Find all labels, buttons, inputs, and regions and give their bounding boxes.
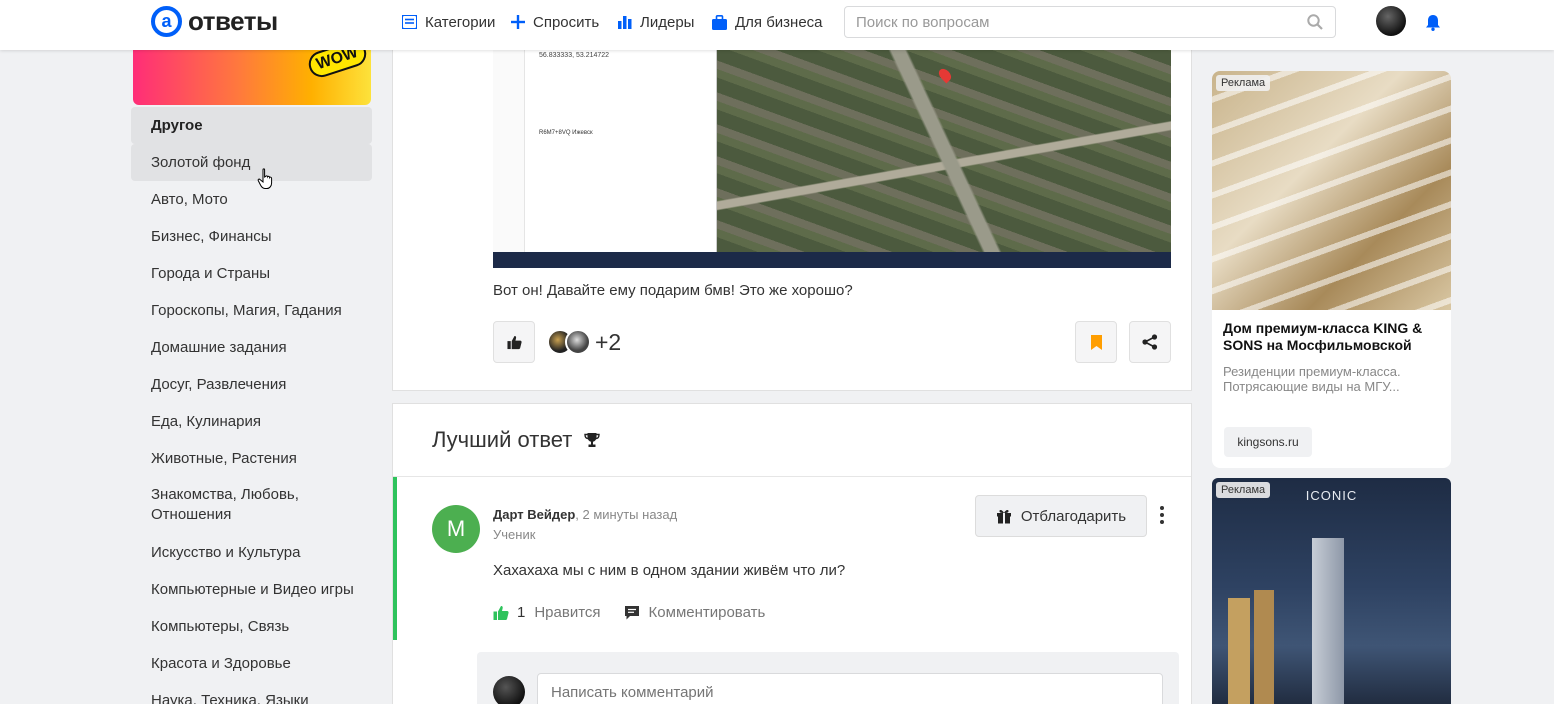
plus-icon	[511, 15, 525, 29]
search-icon[interactable]	[1307, 14, 1323, 30]
list-icon	[402, 15, 417, 29]
bell-icon[interactable]	[1425, 14, 1441, 31]
answer-actions: 1 Нравится Комментировать	[493, 604, 765, 621]
nav-ask[interactable]: Спросить	[511, 0, 599, 44]
briefcase-icon	[712, 14, 727, 30]
nav-leaders-label: Лидеры	[640, 13, 695, 31]
category-homework[interactable]: Домашние задания	[131, 329, 372, 366]
question-screenshot-image[interactable]: 56.833333, 53.214722 R6M7+8VQ Ижевск	[493, 40, 1171, 268]
category-business[interactable]: Бизнес, Финансы	[131, 218, 372, 255]
ad-domain-button[interactable]: kingsons.ru	[1224, 427, 1312, 457]
ad-title[interactable]: Дом премиум-класса KING & SONS на Мосфил…	[1223, 320, 1443, 354]
best-answer-heading: Лучший ответ	[432, 427, 601, 453]
answer-text: Хахахаха мы с ним в одном здании живём ч…	[493, 562, 846, 579]
search-box	[844, 6, 1336, 38]
thumbs-up-green-icon[interactable]	[493, 605, 509, 621]
nav-leaders[interactable]: Лидеры	[618, 0, 694, 44]
nav-categories[interactable]: Категории	[402, 0, 495, 44]
category-other[interactable]: Другое	[131, 107, 372, 144]
thank-button-label: Отблагодарить	[1020, 507, 1127, 525]
category-horoscopes[interactable]: Гороскопы, Магия, Гадания	[131, 292, 372, 329]
ad-tower-image	[1312, 538, 1344, 704]
category-auto[interactable]: Авто, Мото	[131, 181, 372, 218]
comment-button[interactable]: Комментировать	[649, 604, 766, 621]
liker-avatars[interactable]	[547, 329, 591, 355]
logo-at-icon: a	[151, 6, 182, 37]
map-side-panel: 56.833333, 53.214722 R6M7+8VQ Ижевск	[493, 40, 717, 252]
nav-business[interactable]: Для бизнеса	[712, 0, 823, 44]
hand-cursor-icon	[257, 168, 273, 189]
bookmark-button[interactable]	[1075, 321, 1117, 363]
ad-description: Резиденции премиум-класса. Потрясающие в…	[1223, 364, 1401, 394]
map-coords: 56.833333, 53.214722	[539, 52, 610, 59]
trophy-icon	[584, 433, 601, 447]
question-caption: Вот он! Давайте ему подарим бмв! Это же …	[493, 282, 853, 299]
thumbs-up-icon	[506, 335, 522, 349]
answer-author-line: Дарт Вейдер, 2 минуты назад	[493, 507, 677, 522]
like-answer-button[interactable]: Нравится	[534, 604, 600, 621]
category-food[interactable]: Еда, Кулинария	[131, 403, 372, 440]
commenter-avatar	[493, 676, 525, 704]
category-computers[interactable]: Компьютеры, Связь	[131, 608, 372, 645]
like-question-button[interactable]	[493, 321, 535, 363]
user-avatar[interactable]	[1376, 6, 1406, 36]
gift-icon	[996, 509, 1011, 524]
answer-author-rank: Ученик	[493, 527, 536, 542]
ad-label: Реклама	[1216, 482, 1271, 498]
search-input[interactable]	[845, 7, 1285, 37]
answer-author-name[interactable]: Дарт Вейдер	[493, 507, 575, 522]
likes-more-count[interactable]: +2	[595, 329, 621, 356]
divider	[393, 476, 1191, 477]
nav-ask-label: Спросить	[533, 13, 600, 31]
ad-label: Реклама	[1216, 75, 1271, 91]
nav-categories-label: Категории	[425, 13, 496, 31]
liker-avatar	[565, 329, 591, 355]
nav-business-label: Для бизнеса	[735, 13, 823, 31]
ad-card-kingsons[interactable]: Реклама Дом премиум-класса KING & SONS н…	[1212, 71, 1451, 468]
category-cities[interactable]: Города и Страны	[131, 255, 372, 292]
ad-building-image	[1212, 71, 1451, 310]
bookmark-icon	[1090, 334, 1102, 350]
thank-button[interactable]: Отблагодарить	[975, 495, 1147, 537]
category-golden-fund[interactable]: Золотой фонд	[131, 144, 372, 181]
share-button[interactable]	[1129, 321, 1171, 363]
category-beauty[interactable]: Красота и Здоровье	[131, 645, 372, 682]
category-science[interactable]: Наука, Техника, Языки	[131, 682, 372, 704]
category-dating[interactable]: Знакомства, Любовь, Отношения	[131, 482, 331, 528]
top-header: a ответы Категории Спросить Лидеры Для б…	[0, 0, 1554, 50]
comment-icon[interactable]	[624, 605, 639, 620]
best-answer-marker	[393, 477, 397, 640]
share-icon	[1142, 334, 1158, 350]
ad-card-iconic[interactable]: ICONIC Реклама	[1212, 478, 1451, 704]
category-animals[interactable]: Животные, Растения	[131, 440, 372, 477]
answer-time: , 2 минуты назад	[575, 507, 678, 522]
answer-author-avatar[interactable]: М	[432, 505, 480, 553]
category-games[interactable]: Компьютерные и Видео игры	[131, 571, 372, 608]
best-answer-title: Лучший ответ	[432, 427, 573, 452]
bar-chart-icon	[618, 16, 632, 29]
logo-text: ответы	[188, 6, 278, 36]
category-art[interactable]: Искусство и Культура	[131, 534, 372, 571]
comment-input[interactable]	[537, 673, 1163, 704]
logo[interactable]: a ответы	[151, 6, 278, 37]
more-options-icon[interactable]	[1154, 503, 1170, 527]
map-address: R6M7+8VQ Ижевск	[539, 130, 593, 136]
category-leisure[interactable]: Досуг, Развлечения	[131, 366, 372, 403]
answer-like-count: 1	[517, 604, 526, 621]
windows-taskbar	[493, 252, 1171, 268]
